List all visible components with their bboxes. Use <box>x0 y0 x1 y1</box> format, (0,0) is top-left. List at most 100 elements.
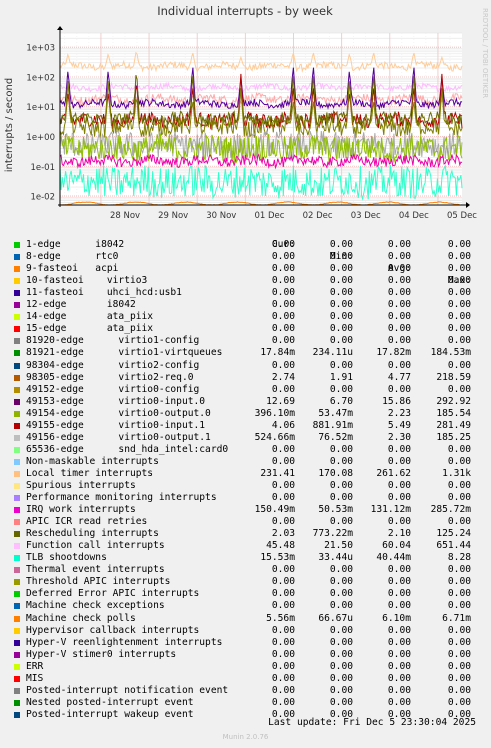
legend-series-name: 9-fasteoi acpi <box>26 263 119 275</box>
legend-max-value: 285.72m <box>430 504 471 516</box>
legend-row: 10-fasteoi virtio3 0.00 0.00 0.00 0.00 <box>0 275 491 287</box>
legend-swatch <box>14 470 20 477</box>
legend-row: 49154-edge virtio0-output.0 396.10m 53.47m… <box>0 408 491 420</box>
legend-series-name: Spurious interrupts <box>26 479 136 491</box>
legend-swatch <box>14 278 20 285</box>
x-tick-label: 03 Dec <box>351 211 381 221</box>
legend-swatch <box>14 615 20 622</box>
legend-series-name: TLB shootdowns <box>26 552 107 564</box>
legend-swatch <box>14 422 20 429</box>
legend-series-name: 14-edge ata_piix <box>26 311 154 323</box>
legend-series-name: 98304-edge virtio2-config <box>26 359 200 371</box>
legend-swatch <box>14 663 20 670</box>
legend-row: Local timer interrupts 231.41 170.08 261.62… <box>0 468 491 480</box>
legend-swatch <box>14 386 20 393</box>
legend-swatch <box>14 687 20 694</box>
legend-swatch <box>14 314 20 321</box>
legend-swatch <box>14 254 20 261</box>
legend-series-name: 12-edge i8042 <box>26 299 136 311</box>
legend-row: TLB shootdowns 15.53m 33.44u 40.44m 8.28 <box>0 552 491 564</box>
legend-series-name: 11-fasteoi uhci_hcd:usb1 <box>26 287 182 299</box>
legend-max-value: 0.00 <box>447 323 471 335</box>
munin-version: Munin 2.0.76 <box>222 733 269 741</box>
legend-row: 98305-edge virtio2-req.0 2.74 1.91 4.77 218.… <box>0 372 491 384</box>
legend-series-name: Performance monitoring interrupts <box>26 492 217 504</box>
legend-max-value: 0.00 <box>447 576 471 588</box>
chart-title: Individual interrupts - by week <box>157 4 333 18</box>
legend-swatch <box>14 699 20 706</box>
y-tick-label: 1e+00 <box>26 133 55 143</box>
legend-row: Performance monitoring interrupts 0.00 0.0… <box>0 492 491 504</box>
x-axis-arrow <box>466 202 470 208</box>
legend-max-value: 125.24 <box>436 528 471 540</box>
y-axis-label: interrupts / second <box>4 78 15 172</box>
legend-swatch <box>14 410 20 417</box>
legend-swatch <box>14 374 20 381</box>
legend-swatch <box>14 507 20 514</box>
legend-series-name: 49156-edge virtio0-output.1 <box>26 431 211 443</box>
legend-row: 65536-edge snd_hda_intel:card0 0.00 0.00 0.… <box>0 444 491 456</box>
legend-max-value: 0.00 <box>447 684 471 696</box>
legend-series-name: Nested posted-interrupt event <box>26 696 194 708</box>
legend-row: 11-fasteoi uhci_hcd:usb1 0.00 0.00 0.00 0.00 <box>0 287 491 299</box>
legend-row: Posted-interrupt notification event 0.00 0… <box>0 685 491 697</box>
legend-max-value: 8.28 <box>447 552 471 564</box>
legend-row: Thermal event interrupts 0.00 0.00 0.00 0.00 <box>0 564 491 576</box>
legend-swatch <box>14 567 20 574</box>
legend-row: Function call interrupts 45.48 21.50 60.04 6… <box>0 540 491 552</box>
legend-swatch <box>14 555 20 562</box>
legend-row: 81921-edge virtio1-virtqueues 17.84m 234.1… <box>0 347 491 359</box>
legend-series-name: Local timer interrupts <box>26 467 154 479</box>
y-tick-label: 1e+01 <box>26 103 55 113</box>
legend-series-name: Machine check exceptions <box>26 600 165 612</box>
legend-swatch <box>14 579 20 586</box>
legend-series-name: 49153-edge virtio0-input.0 <box>26 395 206 407</box>
legend-max-value: 185.25 <box>436 431 471 443</box>
legend-max-value: 0.00 <box>447 455 471 467</box>
legend-max-value: 0.00 <box>447 299 471 311</box>
legend-max-value: 651.44 <box>436 540 471 552</box>
legend-series-name: 65536-edge snd_hda_intel:card0 <box>26 443 229 455</box>
y-tick-label: 1e-01 <box>30 163 55 173</box>
legend-row: Threshold APIC interrupts 0.00 0.00 0.00 0.0… <box>0 576 491 588</box>
legend-row: ERR 0.00 0.00 0.00 0.00 <box>0 661 491 673</box>
legend-swatch <box>14 639 20 646</box>
legend-row: 49153-edge virtio0-input.0 12.69 6.70 15.86… <box>0 396 491 408</box>
legend-row: 49156-edge virtio0-output.1 524.66m 76.52m… <box>0 432 491 444</box>
legend-swatch <box>14 651 20 658</box>
legend-max-value: 0.00 <box>447 263 471 275</box>
legend-swatch <box>14 290 20 297</box>
legend-series-name: MIS <box>26 672 44 684</box>
legend-swatch <box>14 446 20 453</box>
legend-series-name: 49152-edge virtio0-config <box>26 383 200 395</box>
y-tick-labels: 1e+03 1e+02 1e+01 1e+00 1e-01 1e-02 <box>26 44 55 203</box>
legend-row: Machine check polls 5.56m 66.67u 6.10m 6.71m <box>0 613 491 625</box>
x-tick-label: 05 Dec <box>447 211 477 221</box>
y-tick-label: 1e-02 <box>30 193 55 203</box>
legend-row: 9-fasteoi acpi 0.00 0.00 0.00 0.00 <box>0 263 491 275</box>
legend-swatch <box>14 266 20 273</box>
legend-max-value: 0.00 <box>447 311 471 323</box>
y-axis-arrow <box>57 26 63 30</box>
legend-row: 14-edge ata_piix 0.00 0.00 0.00 0.00 <box>0 311 491 323</box>
legend-max-value: 0.00 <box>447 275 471 287</box>
legend-swatch <box>14 519 20 526</box>
legend-swatch <box>14 326 20 333</box>
legend-swatch <box>14 482 20 489</box>
legend-max-value: 0.00 <box>447 359 471 371</box>
legend-row: 8-edge rtc0 0.00 0.00 0.00 0.00 <box>0 251 491 263</box>
legend-max-value: 0.00 <box>447 239 471 251</box>
legend-max-value: 0.00 <box>447 443 471 455</box>
legend-max-value: 6.71m <box>442 612 471 624</box>
legend-series-name: Non-maskable interrupts <box>26 455 159 467</box>
legend-max-value: 0.00 <box>447 648 471 660</box>
x-tick-label: 30 Nov <box>206 211 236 221</box>
legend-max-value: 0.00 <box>447 287 471 299</box>
interrupts-chart: Individual interrupts - by week interrup… <box>4 4 489 221</box>
legend-series-name: 98305-edge virtio2-req.0 <box>26 371 194 383</box>
legend-row: 49152-edge virtio0-config 0.00 0.00 0.00 0.0… <box>0 384 491 396</box>
y-tick-label: 1e+02 <box>26 73 55 83</box>
legend-max-value: 1.31k <box>442 467 471 479</box>
legend-series-name: Posted-interrupt notification event <box>26 684 229 696</box>
legend-swatch <box>14 350 20 357</box>
